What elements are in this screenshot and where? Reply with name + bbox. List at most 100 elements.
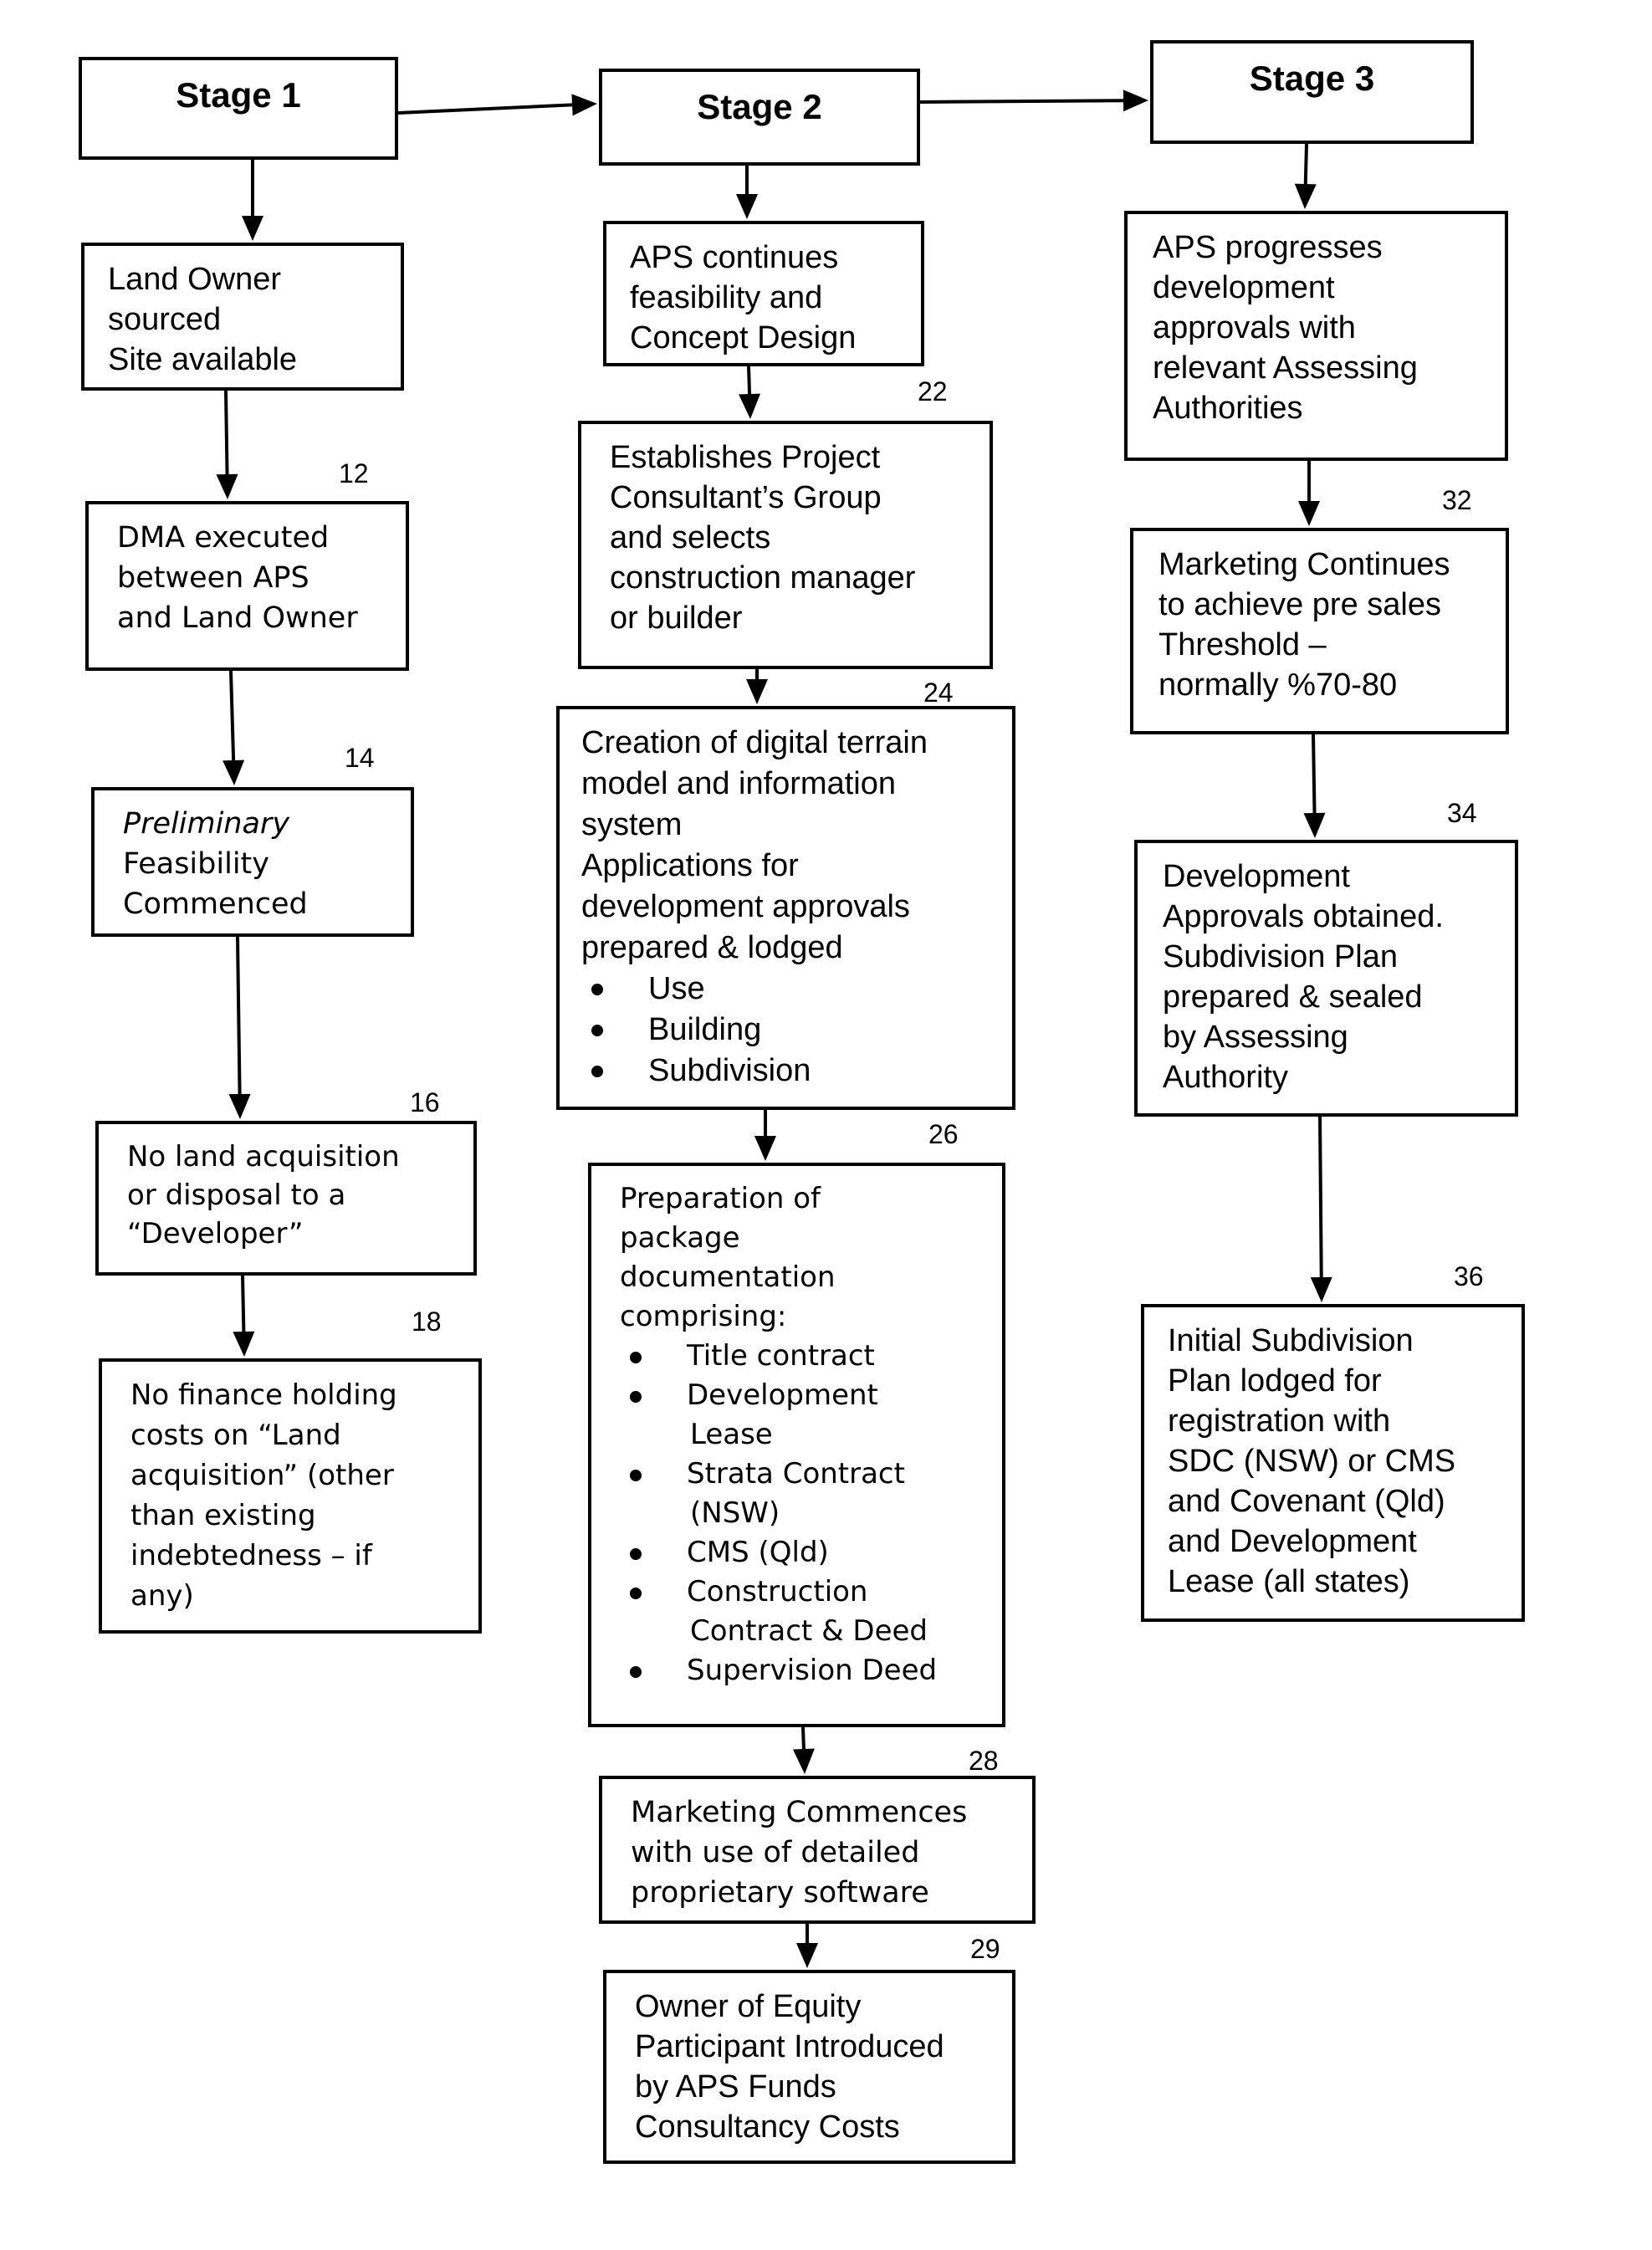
- arrowhead-icon: [1294, 183, 1317, 209]
- box-line: and Covenant (Qld): [1168, 1484, 1445, 1519]
- box-line: than existing: [130, 1499, 316, 1532]
- ref-label-36: 36: [1454, 1261, 1484, 1291]
- arrow-stage2-to-stage3: [919, 89, 1148, 112]
- equity-participant-box: Owner of Equity Participant Introduced b…: [603, 1970, 1015, 2164]
- aps-continues-feasibility-box: APS continues feasibility and Concept De…: [603, 221, 924, 366]
- ref-label-18: 18: [412, 1307, 442, 1337]
- arrow-approvals-to-initial-subdivision: [1310, 1116, 1332, 1302]
- list-item: Subdivision: [581, 1051, 994, 1092]
- list-item-text: Strata Contract: [687, 1457, 905, 1491]
- list-item: Development Lease: [620, 1376, 984, 1455]
- arrow-marketing-continues-to-approvals: [1303, 734, 1326, 838]
- box-line: registration with: [1168, 1404, 1391, 1439]
- arrow-creation-to-preparation: [754, 1110, 776, 1161]
- list-item: Title contract: [620, 1337, 984, 1376]
- box-line: Preparation of: [620, 1182, 821, 1215]
- list-item: Construction Contract & Deed: [620, 1572, 984, 1651]
- list-item-text: Contract & Deed: [690, 1614, 928, 1648]
- box-line: acquisition” (other: [130, 1459, 394, 1492]
- arrow-aps-progresses-to-marketing-continues: [1298, 461, 1320, 526]
- land-owner-box: Land Owner sourced Site available: [81, 243, 404, 391]
- arrow-stage1-to-land-owner: [242, 160, 263, 241]
- box-line: Creation of digital terrain: [581, 725, 928, 760]
- box-line: Marketing Commences: [631, 1796, 968, 1829]
- box-line: Establishes Project: [610, 440, 881, 475]
- box-line: Commenced: [123, 887, 308, 921]
- bullet-icon: [630, 1666, 642, 1678]
- box-line: between APS: [117, 561, 309, 595]
- box-line: “Developer”: [127, 1217, 304, 1250]
- box-line: and Land Owner: [117, 601, 358, 635]
- box-line: approvals with: [1153, 310, 1356, 345]
- box-line: Lease (all states): [1168, 1564, 1410, 1599]
- connector-line: [236, 936, 242, 1095]
- list-item-text: (NSW): [690, 1496, 780, 1530]
- arrowhead-icon: [739, 393, 761, 419]
- arrowhead-icon: [736, 194, 758, 219]
- box-line: and selects: [610, 520, 771, 555]
- box-line: normally %70-80: [1158, 667, 1398, 703]
- no-land-acquisition-box: No land acquisition or disposal to a “De…: [95, 1121, 477, 1276]
- box-line: APS continues: [630, 240, 839, 275]
- arrowhead-icon: [233, 1331, 255, 1357]
- box-line: Marketing Continues: [1158, 547, 1450, 582]
- list-item: Strata Contract (NSW): [620, 1455, 984, 1533]
- connector-line: [224, 390, 229, 475]
- list-item-text: Lease: [690, 1418, 773, 1451]
- development-approvals-obtained-box: Development Approvals obtained. Subdivis…: [1134, 840, 1518, 1117]
- preliminary-feasibility-box: Preliminary Feasibility Commenced: [91, 787, 414, 937]
- bullet-icon: [591, 984, 603, 995]
- arrowhead-icon: [746, 679, 768, 704]
- box-line: model and information: [581, 766, 896, 801]
- box-line: Authorities: [1153, 391, 1303, 426]
- box-line: comprising:: [620, 1300, 787, 1333]
- initial-subdivision-plan-box: Initial Subdivision Plan lodged for regi…: [1141, 1304, 1525, 1622]
- list-item: Supervision Deed: [620, 1651, 984, 1690]
- box-line: by Assessing: [1163, 1020, 1348, 1055]
- bullet-icon: [591, 1025, 603, 1036]
- ref-label-14: 14: [345, 743, 375, 773]
- bullet-icon: [630, 1548, 642, 1560]
- box-line: DMA executed: [117, 521, 330, 555]
- arrow-stage1-to-stage2: [397, 94, 597, 116]
- bullet-icon: [630, 1391, 642, 1403]
- box-line: Initial Subdivision: [1168, 1323, 1414, 1358]
- arrowhead-icon: [792, 1748, 815, 1774]
- connector-line: [1303, 143, 1308, 185]
- list-item: CMS (Qld): [620, 1533, 984, 1572]
- bullet-icon: [630, 1588, 642, 1599]
- box-line: package: [620, 1221, 740, 1255]
- box-line: Authority: [1163, 1060, 1288, 1095]
- box-line: Consultant’s Group: [610, 480, 882, 515]
- list-item-text: Use: [648, 971, 705, 1006]
- arrowhead-icon: [796, 1943, 818, 1968]
- box-line: or builder: [610, 601, 743, 636]
- establishes-project-group-box: Establishes Project Consultant’s Group a…: [578, 421, 993, 669]
- ref-label-34: 34: [1447, 798, 1477, 828]
- arrow-land-owner-to-dma: [216, 390, 238, 499]
- digital-terrain-model-box: Creation of digital terrain model and in…: [556, 706, 1015, 1110]
- arrowhead-icon: [242, 216, 263, 241]
- connector-line: [1318, 1116, 1323, 1278]
- aps-progresses-approvals-box: APS progresses development approvals wit…: [1124, 211, 1508, 461]
- box-line: construction manager: [610, 560, 916, 596]
- box-line: feasibility and: [630, 280, 823, 315]
- ref-label-16: 16: [410, 1087, 440, 1117]
- box-line: development: [1153, 270, 1335, 305]
- arrow-establishes-to-creation: [746, 669, 768, 704]
- arrow-preliminary-to-no-land: [228, 936, 251, 1119]
- arrowhead-icon: [754, 1136, 776, 1161]
- arrow-marketing-to-owner: [796, 1924, 818, 1968]
- ref-label-28: 28: [969, 1746, 999, 1776]
- list-item-text: Title contract: [687, 1339, 875, 1373]
- list-item-text: Supervision Deed: [687, 1654, 938, 1687]
- box-line: Owner of Equity: [635, 1989, 862, 2024]
- stage-1-title: Stage 1: [176, 75, 301, 115]
- bullet-icon: [591, 1066, 603, 1077]
- box-line: development approvals: [581, 889, 910, 924]
- arrow-no-land-to-no-finance: [233, 1275, 255, 1357]
- box-line: and Development: [1168, 1524, 1417, 1559]
- list-item-text: Subdivision: [648, 1053, 811, 1088]
- box-line: Consultancy Costs: [635, 2109, 900, 2145]
- package-documents-list: Title contract Development Lease Strata C…: [620, 1337, 984, 1690]
